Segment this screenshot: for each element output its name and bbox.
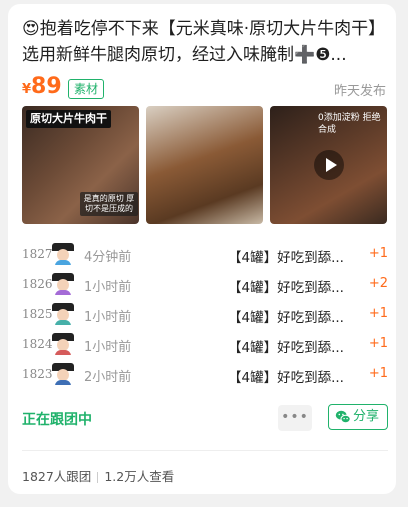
order-quantity: +1 [368,366,388,381]
play-icon[interactable] [314,150,344,180]
order-time: 2小时前 [84,370,132,385]
order-number: 1825 [22,307,53,321]
stats-row: 1827人跟团 1.2万人查看 [22,466,174,485]
order-row[interactable]: 1825 1小时前 【4罐】好吃到舔... +1 [22,300,388,330]
avatar[interactable] [52,363,74,385]
avatar[interactable] [52,333,74,355]
order-row[interactable]: 1827 4分钟前 【4罐】好吃到舔... +1 [22,240,388,270]
thumbnail-banner: 原切大片牛肉干 [26,110,111,128]
order-number: 1823 [22,367,53,381]
wechat-icon [335,410,351,424]
order-number: 1826 [22,277,53,291]
share-label: 分享 [353,409,380,424]
order-quantity: +2 [368,276,388,291]
order-item: 【4罐】好吃到舔... [228,250,344,266]
order-item: 【4罐】好吃到舔... [228,340,344,356]
order-row[interactable]: 1824 1小时前 【4罐】好吃到舔... +1 [22,330,388,360]
stats-separator [97,472,99,483]
avatar[interactable] [52,243,74,265]
media-gallery: 原切大片牛肉干 是真的原切 厚切不是压成的 0添加淀粉 拒绝合成 [22,106,388,226]
material-tag[interactable]: 素材 [68,79,105,99]
thumbnail-video[interactable]: 0添加淀粉 拒绝合成 [270,106,387,224]
order-item: 【4罐】好吃到舔... [228,280,344,296]
thumbnail-caption: 0添加淀粉 拒绝合成 [318,113,381,135]
divider [22,450,388,451]
action-row: 正在跟团中 ••• 分享 [22,404,388,434]
order-row[interactable]: 1823 2小时前 【4罐】好吃到舔... +1 [22,360,388,390]
posted-time: 昨天发布 [333,84,386,99]
order-time: 1小时前 [84,340,132,355]
group-buy-card[interactable]: 😍抱着吃停不下来【元米真味·原切大片牛肉干】选用新鲜牛腿肉原切，经过入味腌制➕❺… [8,4,396,494]
price-row: ¥89 素材 昨天发布 [22,74,386,104]
follower-count: 1827人跟团 [22,469,92,484]
order-time: 1小时前 [84,310,132,325]
order-number: 1824 [22,337,53,351]
thumbnail-note: 是真的原切 厚切不是压成的 [80,192,138,216]
order-list: 1827 4分钟前 【4罐】好吃到舔... +1 1826 1小时前 【4罐】好… [22,240,388,390]
order-time: 4分钟前 [84,250,132,265]
post-title[interactable]: 😍抱着吃停不下来【元米真味·原切大片牛肉干】选用新鲜牛腿肉原切，经过入味腌制➕❺… [22,16,386,68]
order-item: 【4罐】好吃到舔... [228,370,344,386]
order-number: 1827 [22,247,53,261]
thumbnail-beef-jerky-2[interactable] [146,106,263,224]
order-quantity: +1 [368,336,388,351]
order-quantity: +1 [368,306,388,321]
view-count: 1.2万人查看 [104,469,175,484]
avatar[interactable] [52,303,74,325]
following-status[interactable]: 正在跟团中 [22,409,92,429]
share-button[interactable]: 分享 [328,404,388,430]
price-value: 89 [31,74,62,99]
order-quantity: +1 [368,246,388,261]
more-button[interactable]: ••• [278,405,312,431]
price: ¥89 [22,74,62,99]
order-time: 1小时前 [84,280,132,295]
thumbnail-beef-jerky-1[interactable]: 原切大片牛肉干 是真的原切 厚切不是压成的 [22,106,139,224]
avatar[interactable] [52,273,74,295]
order-row[interactable]: 1826 1小时前 【4罐】好吃到舔... +2 [22,270,388,300]
price-currency: ¥ [22,82,32,97]
order-item: 【4罐】好吃到舔... [228,310,344,326]
